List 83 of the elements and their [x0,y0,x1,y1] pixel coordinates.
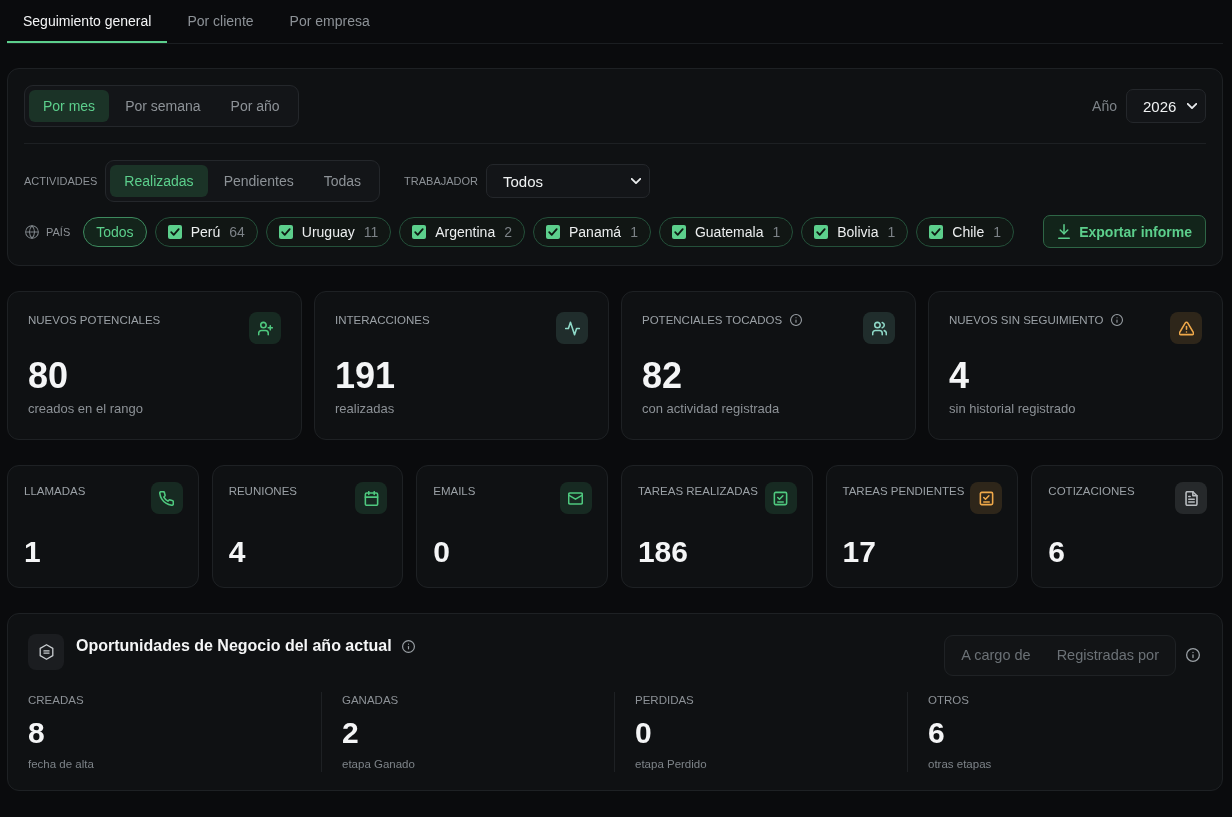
stat-value: 6 [928,716,946,750]
metric-label: INTERACCIONES [335,313,430,328]
chevron-down-icon [1187,103,1197,109]
metric-caption: creados en el rango [28,400,144,418]
stat-label: PERDIDAS [635,693,695,708]
stat-value: 2 [342,716,360,750]
metric-caption: realizadas [335,400,396,418]
country-chip[interactable]: Bolivia 1 [801,216,909,247]
country-count: 1 [887,223,896,240]
country-chip[interactable]: Panamá 1 [533,216,651,247]
country-count: 11 [363,223,379,240]
stat-label: CREADAS [28,693,85,708]
period-option[interactable]: Por semana [111,90,215,122]
period-option[interactable]: Por año [216,90,294,122]
activity-option[interactable]: Todas [309,165,376,197]
country-chip[interactable]: Chile 1 [916,216,1014,247]
section-title: Oportunidades de Negocio del año actual [76,636,392,656]
country-chip[interactable]: Argentina 2 [399,216,525,247]
export-button[interactable]: Exportar informe [1043,215,1206,248]
metric-value: 4 [949,356,971,396]
activity-count: 6 [1048,534,1067,570]
stat-value: 0 [635,716,653,750]
metric-caption: sin historial registrado [949,400,1077,418]
checkbox[interactable] [929,224,944,239]
checkbox[interactable] [167,224,182,239]
info-icon [1186,648,1200,662]
checkbox[interactable] [412,224,427,239]
metric-value: 80 [28,356,70,396]
stat-caption: fecha de alta [28,757,95,772]
globe-icon [25,224,39,239]
stat-caption: otras etapas [928,757,993,772]
activity-label: EMAILS [433,484,476,499]
metric-label: NUEVOS SIN SEGUIMIENTO [949,313,1104,328]
checkbox[interactable] [278,224,293,239]
activity-label: REUNIONES [228,484,297,499]
country-count: 1 [993,223,1001,240]
activity-count: 0 [433,534,451,570]
stat-label: OTROS [928,693,970,708]
country-count: 64 [229,223,245,240]
year-select[interactable]: 2026 [1126,89,1206,123]
country-chip[interactable]: Uruguay 11 [265,216,392,247]
activity-label: LLAMADAS [24,484,86,499]
activity-count: 17 [842,534,877,570]
checkbox[interactable] [671,224,686,239]
activity-label: TAREAS PENDIENTES [842,484,965,499]
info-icon [401,640,415,653]
tab[interactable]: Seguimiento general [7,0,168,43]
activity-option[interactable]: Realizadas [110,165,208,197]
year-label: Año [1092,98,1117,114]
country-chip[interactable]: Guatemala 1 [658,216,794,247]
assignment-option[interactable]: Registradas por [1044,639,1171,671]
activity-option[interactable]: Pendientes [209,165,308,197]
country-count: 1 [772,223,781,240]
activity-label: COTIZACIONES [1048,484,1135,499]
activity-label: TAREAS REALIZADAS [637,484,758,499]
metric-value: 191 [335,356,397,396]
checkbox[interactable] [546,224,560,239]
metric-label: NUEVOS POTENCIALES [28,313,161,328]
metric-value: 82 [642,356,684,396]
stat-label: GANADAS [342,693,400,708]
worker-select[interactable]: Todos [486,164,650,198]
assignment-option[interactable]: A cargo de [949,639,1043,671]
stat-value: 8 [28,716,46,750]
activity-count: 4 [228,534,247,570]
chevron-down-icon [631,178,641,184]
country-label: PAÍS [46,225,71,238]
checkbox[interactable] [814,224,829,239]
metric-label: POTENCIALES TOCADOS [642,313,783,328]
metric-caption: con actividad registrada [642,400,781,418]
worker-label: TRABAJADOR [404,175,478,187]
country-count: 1 [630,223,638,240]
activity-count: 186 [637,534,689,570]
tab[interactable]: Por cliente [171,0,270,43]
stat-caption: etapa Perdido [635,757,708,772]
stat-caption: etapa Ganado [342,757,416,772]
country-chip[interactable]: Perú 64 [154,216,258,247]
activity-count: 1 [24,534,42,570]
country-count: 2 [504,223,512,240]
country-chip[interactable]: Todos [83,216,147,247]
tab[interactable]: Por empresa [273,0,386,43]
period-option[interactable]: Por mes [29,90,110,122]
download-icon [1058,224,1071,239]
activities-label: ACTIVIDADES [24,175,98,187]
